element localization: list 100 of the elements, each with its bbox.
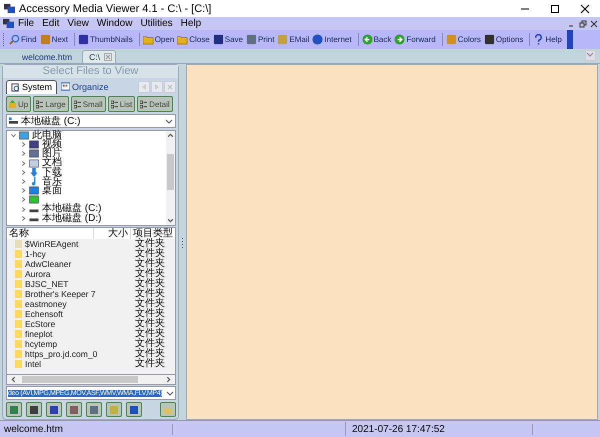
toolbar-button[interactable]: EMail — [277, 34, 310, 45]
column-header[interactable]: 大小 — [94, 228, 131, 239]
file-name[interactable]: Aurora — [25, 269, 135, 279]
toolbar-button[interactable]: Colors — [446, 34, 481, 45]
chevron-right-icon[interactable] — [21, 151, 26, 156]
status-text: welcome.htm — [0, 424, 173, 434]
toolbar-button[interactable]: Print — [246, 34, 274, 45]
document-tab[interactable]: C:\ — [82, 50, 116, 63]
column-header[interactable]: 名称 — [7, 228, 94, 239]
document-tab[interactable]: welcome.htm — [12, 51, 82, 63]
chevron-right-icon[interactable] — [21, 197, 26, 202]
view-button[interactable]: Small — [70, 96, 106, 112]
file-type: 文件夹 — [135, 329, 165, 339]
file-name[interactable]: 1-hcy — [25, 249, 135, 259]
view-button[interactable]: Up — [6, 96, 32, 112]
file-name[interactable]: hcytemp — [25, 339, 135, 349]
panel-tab[interactable]: System — [6, 80, 58, 94]
app-icon — [4, 3, 15, 14]
dropdown-icon[interactable] — [586, 51, 594, 59]
chevron-right-icon[interactable] — [21, 170, 26, 175]
grid-icon — [61, 82, 70, 91]
maximize-icon[interactable] — [550, 4, 560, 14]
scroll-down-icon[interactable] — [167, 217, 174, 224]
tree-item[interactable]: 此电脑 — [32, 130, 62, 140]
tree-item[interactable]: 文档 — [42, 158, 62, 168]
toolbar-button[interactable]: Options — [484, 34, 524, 45]
toolbar-button[interactable]: ThumbNails — [78, 34, 133, 45]
menu-item[interactable]: File — [18, 18, 34, 29]
scroll-left-icon[interactable] — [10, 376, 17, 383]
chevron-right-icon[interactable] — [21, 206, 26, 212]
back-arrow-icon — [362, 34, 373, 45]
file-type: 文件夹 — [135, 309, 165, 319]
tree-item[interactable]: 本地磁盘 (D:) — [42, 214, 102, 224]
toolbar-button[interactable]: Save — [212, 34, 243, 45]
column-header[interactable]: 项目类型 — [131, 228, 175, 239]
toolbar-button[interactable]: Help — [533, 34, 562, 45]
view-button[interactable]: List — [108, 96, 136, 112]
close-icon[interactable] — [590, 20, 598, 28]
toolbar-button[interactable]: Forward — [394, 34, 436, 45]
file-type: 文件夹 — [135, 259, 165, 269]
toolbar-button[interactable]: Open — [142, 34, 174, 45]
file-name[interactable]: Intel — [25, 359, 135, 369]
restore-icon[interactable] — [579, 20, 587, 28]
scrollbar[interactable] — [166, 131, 175, 225]
drive-icon — [9, 117, 18, 125]
tree-item[interactable]: 桌面 — [42, 186, 62, 196]
toolbar-button[interactable]: Back — [362, 34, 392, 45]
view-button[interactable]: Detail — [137, 96, 173, 112]
list-view-icon — [36, 100, 44, 108]
menu-item[interactable]: Window — [96, 18, 132, 29]
file-name[interactable]: fineplot — [25, 329, 135, 339]
tree-item[interactable]: 音乐 — [42, 176, 62, 186]
file-type: 文件夹 — [135, 239, 165, 249]
tree-item[interactable]: 视频 — [42, 140, 62, 150]
menu-item[interactable]: View — [67, 18, 89, 29]
close-icon[interactable] — [580, 4, 590, 14]
view-button[interactable]: Large — [33, 96, 69, 112]
toolbar-button[interactable]: Internet — [312, 34, 352, 45]
help-icon — [533, 34, 544, 45]
menu-item[interactable]: Help — [180, 18, 202, 29]
toolbar-button[interactable]: Next — [40, 34, 68, 45]
folder-icon — [142, 34, 154, 45]
up-folder-icon — [9, 100, 16, 108]
download-icon — [29, 168, 39, 177]
scroll-up-icon[interactable] — [167, 132, 174, 139]
toolbar-overflow-button[interactable] — [566, 30, 573, 49]
menu-item[interactable]: Utilities — [140, 18, 173, 29]
chevron-down-icon[interactable] — [166, 389, 174, 397]
file-name[interactable]: Echensoft — [25, 309, 135, 319]
chevron-right-icon[interactable] — [21, 188, 26, 194]
file-name[interactable]: $WinREAgent — [25, 239, 135, 249]
status-datetime: 2021-07-26 17:47:52 — [346, 424, 533, 434]
file-name[interactable]: Brother's Keeper 7 — [25, 289, 135, 299]
panel-tab[interactable]: Organize — [57, 80, 113, 93]
file-type: 文件夹 — [135, 349, 165, 359]
chevron-right-icon[interactable] — [21, 216, 26, 221]
toolbar-button[interactable]: Close — [177, 34, 210, 45]
chevron-down-icon[interactable] — [11, 133, 16, 138]
horizontal-scrollbar[interactable] — [6, 375, 176, 385]
menu-item[interactable]: Edit — [42, 18, 60, 29]
file-type: 文件夹 — [135, 359, 165, 369]
chevron-right-icon[interactable] — [21, 179, 26, 184]
file-name[interactable]: BJSC_NET — [25, 279, 135, 289]
tree-item[interactable]: 下载 — [42, 168, 62, 178]
chevron-right-icon[interactable] — [21, 142, 26, 148]
file-type: 文件夹 — [135, 339, 165, 349]
list-view-icon — [110, 100, 118, 108]
forward-arrow-icon — [394, 34, 406, 45]
file-name[interactable]: AdwCleaner — [25, 259, 135, 269]
scroll-right-icon[interactable] — [165, 376, 172, 383]
window-title: Accessory Media Viewer 4.1 - C:\ - [C:\] — [19, 2, 212, 14]
panel-title: Select Files to View — [3, 65, 178, 78]
chevron-right-icon[interactable] — [21, 160, 26, 166]
tree-item[interactable]: 本地磁盘 (C:) — [42, 204, 102, 214]
file-name[interactable]: eastmoney — [25, 299, 135, 309]
toolbar-button[interactable]: Find — [9, 34, 37, 45]
chevron-down-icon[interactable] — [165, 117, 173, 125]
drive-dropdown[interactable]: 本地磁盘 (C:) — [6, 114, 176, 128]
file-name[interactable]: EcStore — [25, 319, 135, 329]
file-name[interactable]: https_pro.jd.com_0 — [25, 349, 135, 359]
